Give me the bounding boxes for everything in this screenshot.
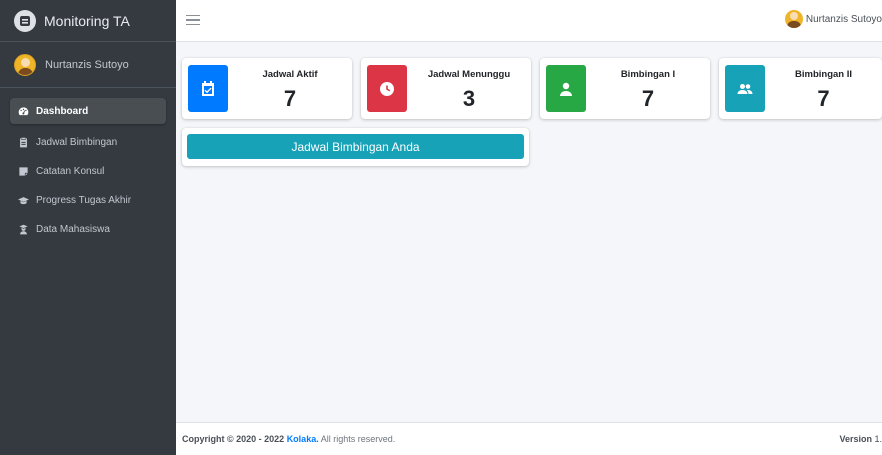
sidebar-item-progress-tugas-akhir[interactable]: Progress Tugas Akhir (10, 188, 166, 213)
info-box-jadwal-menunggu: Jadwal Menunggu 3 (361, 58, 531, 119)
footer-copyright: Copyright © 2020 - 2022 Kolaka. All righ… (182, 434, 395, 444)
jadwal-bimbingan-button[interactable]: Jadwal Bimbingan Anda (187, 134, 524, 159)
brand-link[interactable]: Monitoring TA (0, 0, 176, 42)
jadwal-bimbingan-panel: Jadwal Bimbingan Anda (182, 128, 529, 166)
clipboard-icon (17, 137, 29, 149)
avatar (784, 10, 803, 28)
card-value: 3 (462, 86, 476, 111)
info-box-bimbingan-i: Bimbingan I 7 (540, 58, 710, 119)
top-navbar: Nurtanzis Sutoyo (176, 0, 882, 42)
user-graduate-icon (17, 224, 29, 236)
sidebar-item-label: Dashboard (36, 105, 89, 117)
brand-logo-icon (14, 9, 36, 32)
copyright-text: Copyright © 2020 - 2022 (182, 434, 285, 444)
top-user-name: Nurtanzis Sutoyo (805, 13, 882, 25)
card-label: Jadwal Menunggu (427, 69, 511, 80)
sidebar-item-catatan-konsul[interactable]: Catatan Konsul (10, 159, 166, 184)
graduation-cap-icon (17, 195, 29, 207)
sidebar-item-label: Data Mahasiswa (36, 224, 110, 235)
user-icon (546, 65, 586, 112)
rights-text: All rights reserved. (320, 434, 396, 444)
version-value: 1. (874, 434, 882, 444)
avatar (14, 53, 36, 76)
card-label: Bimbingan I (620, 69, 676, 80)
version-label: Version (839, 434, 872, 444)
info-box-bimbingan-ii: Bimbingan II 7 (719, 58, 882, 119)
menu-toggle-icon[interactable] (186, 13, 200, 27)
clock-icon (367, 65, 407, 112)
brand-title: Monitoring TA (44, 12, 130, 29)
sidebar-nav: Dashboard Jadwal Bimbingan Catatan Konsu… (0, 98, 176, 242)
main-footer: Copyright © 2020 - 2022 Kolaka. All righ… (176, 422, 882, 455)
card-label: Bimbingan II (795, 69, 852, 80)
user-name: Nurtanzis Sutoyo (45, 58, 129, 71)
footer-version: Version 1. (839, 434, 882, 444)
sidebar-item-data-mahasiswa[interactable]: Data Mahasiswa (10, 217, 166, 242)
users-icon (725, 65, 765, 112)
card-value: 7 (641, 86, 655, 111)
info-box-jadwal-aktif: Jadwal Aktif 7 (182, 58, 352, 119)
card-value: 7 (283, 86, 297, 111)
card-label: Jadwal Aktif (262, 69, 318, 80)
user-panel[interactable]: Nurtanzis Sutoyo (0, 42, 176, 88)
sidebar-item-dashboard[interactable]: Dashboard (10, 98, 166, 124)
calendar-check-icon (188, 65, 228, 112)
user-menu[interactable]: Nurtanzis Sutoyo (784, 10, 882, 28)
sidebar-item-label: Jadwal Bimbingan (36, 137, 118, 148)
card-value: 7 (817, 86, 830, 111)
sidebar-item-label: Progress Tugas Akhir (36, 195, 132, 206)
sticky-note-icon (17, 166, 29, 178)
tachometer-icon (17, 105, 29, 117)
sidebar-item-jadwal-bimbingan[interactable]: Jadwal Bimbingan (10, 130, 166, 155)
sidebar-item-label: Catatan Konsul (36, 166, 105, 177)
main-sidebar: Monitoring TA Nurtanzis Sutoyo Dashboard… (0, 0, 176, 455)
footer-brand-link[interactable]: Kolaka. (287, 434, 319, 444)
